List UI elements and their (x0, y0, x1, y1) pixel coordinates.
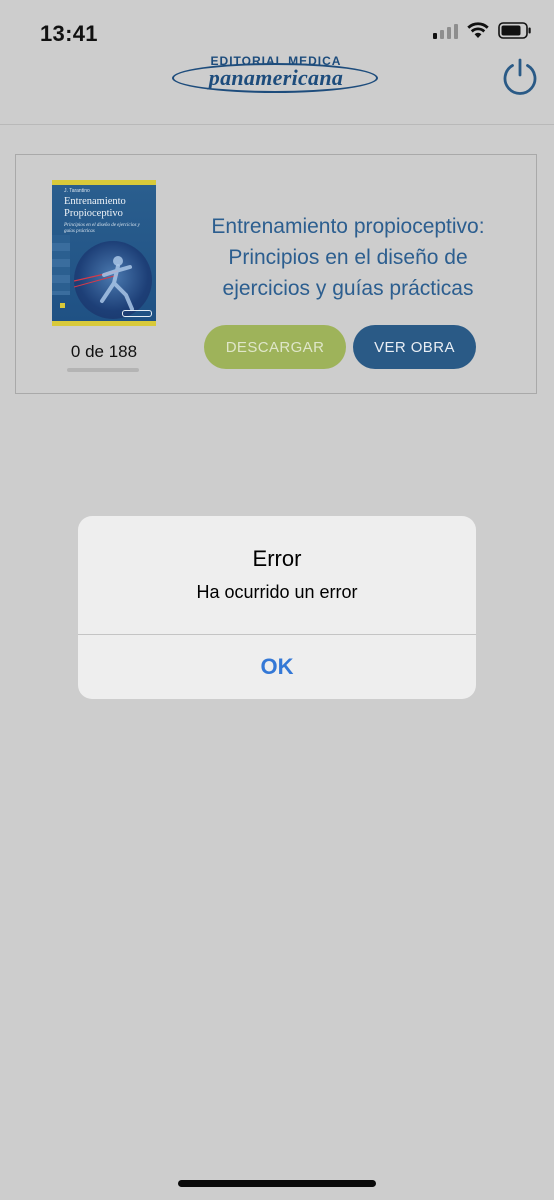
alert-message: Ha ocurrido un error (196, 582, 358, 602)
cover-title: Entrenamiento Propioceptivo (64, 196, 126, 219)
cover-subtitle: Principios en el diseño de ejercicios y … (64, 223, 140, 234)
home-indicator[interactable] (178, 1180, 376, 1187)
view-book-button[interactable]: VER OBRA (353, 325, 476, 369)
cover-badge (60, 303, 65, 308)
book-cover[interactable]: J. Tarantino Entrenamiento Propioceptivo… (52, 180, 156, 326)
app-header: EDITORIAL MEDICA panamericana (0, 0, 554, 125)
power-icon[interactable] (500, 56, 540, 96)
alert-ok-button[interactable]: OK (78, 635, 476, 699)
book-title: Entrenamiento propioceptivo: Principios … (211, 215, 485, 300)
cover-publisher-logo (122, 310, 152, 317)
book-card: J. Tarantino Entrenamiento Propioceptivo… (15, 154, 537, 394)
download-button[interactable]: DESCARGAR (204, 325, 346, 369)
brand-logo: EDITORIAL MEDICA panamericana (168, 54, 384, 96)
alert-title: Error (252, 546, 302, 571)
cover-illustration (73, 241, 152, 319)
logo-main-text: panamericana (208, 65, 344, 90)
page-progress-text: 0 de 188 (70, 342, 138, 361)
cover-stripes (52, 235, 70, 295)
download-progress-bar (67, 368, 139, 372)
cover-author: J. Tarantino (64, 188, 90, 194)
runner-figure-icon (73, 256, 134, 311)
error-alert: Error Ha ocurrido un error OK (78, 516, 476, 699)
